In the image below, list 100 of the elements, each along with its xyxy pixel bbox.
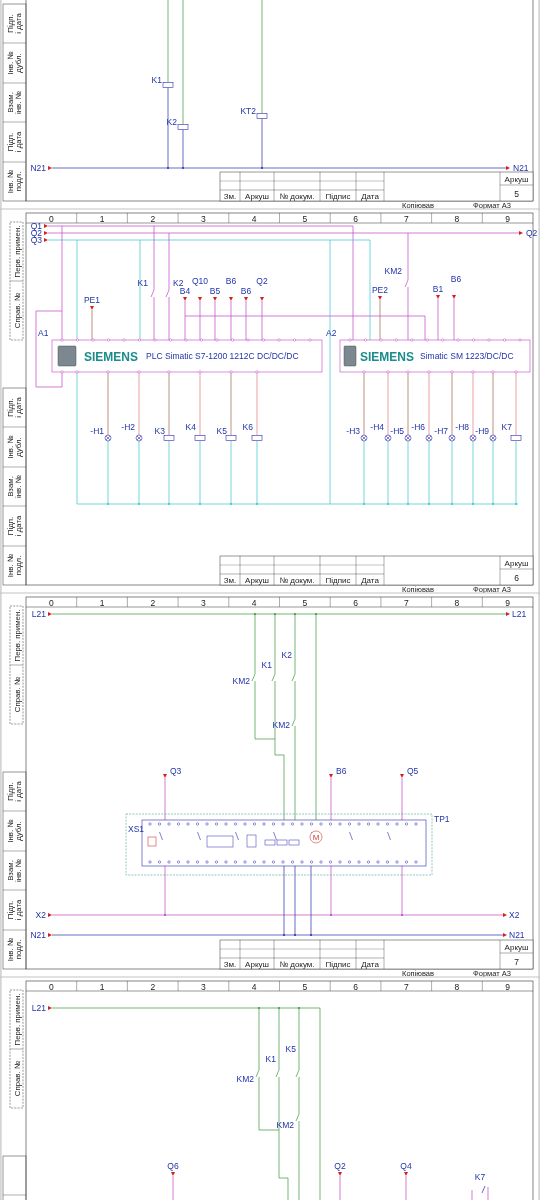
device-label: K5 [216,426,227,436]
lamp-symbol [469,434,477,442]
connection-arrow-icon [48,933,52,937]
wire-label: X2 [35,910,46,920]
coil-symbol [162,82,174,88]
column-number: 7 [403,213,409,224]
device-label: B6 [336,766,347,776]
lamp-symbol [489,434,497,442]
connection-arrow-icon [503,913,507,917]
lamp-symbol [404,434,412,442]
device-label: PE2 [371,285,389,295]
column-number: 6 [353,597,358,608]
wire-line [230,372,232,436]
title-block-header: Підпис [325,959,351,969]
sheet-number: 5 [514,189,519,199]
wire-line [330,777,332,821]
device-label: Q3 [170,766,182,776]
contact-symbol [291,718,296,727]
coil-symbol [194,435,206,441]
device-label: Q10 [191,276,209,286]
contact-symbol [275,1069,280,1078]
device-label: K2 [281,650,292,660]
contact-symbol [255,1069,260,1078]
column-number: 9 [505,981,510,992]
wire-line [451,372,453,436]
lamp-symbol [104,434,112,442]
lamp-symbol [360,434,368,442]
connection-arrow-icon [48,612,52,616]
column-number: 8 [454,597,460,608]
device-label: B4 [179,286,191,296]
wire-line [153,296,155,341]
coil-symbol [163,435,175,441]
title-block-header: Зм. [223,191,237,201]
wire-line [363,372,365,436]
margin-table [2,1155,27,1200]
column-number: 2 [150,981,156,992]
device-label: B1 [432,284,444,294]
title-block-header: Зм. [223,959,237,969]
device-label: K1 [137,278,148,288]
column-number: 1 [99,597,105,608]
brand-logo: SIEMENS [360,350,414,364]
connection-arrow-icon [506,166,510,170]
device-label: K2 [166,117,177,127]
contact-symbol [271,673,276,682]
lamp-symbol [135,434,143,442]
motor-symbol-label: M [312,833,320,842]
device-label: KM2 [384,266,402,276]
coil-symbol [251,435,263,441]
title-block-header: Підпис [325,191,351,201]
device-label: Q5 [407,766,419,776]
device-label: Q2 [334,1161,346,1171]
connection-arrow-icon [506,612,510,616]
device-label: B6 [450,274,462,284]
device-label: K1 [265,1054,276,1064]
wire-label: X2 [509,910,520,920]
column-number: 1 [99,981,105,992]
device-label: -H7 [434,426,448,436]
wire-label: L21 [31,1003,46,1013]
device-label: B5 [209,286,221,296]
column-number: 2 [150,213,156,224]
title-block-header: № докум. [279,575,315,585]
module-tag: A2 [326,328,337,338]
connection-arrow-icon [404,1172,408,1176]
title-block-header: № докум. [279,959,315,969]
wire-line [515,372,517,436]
column-number: 3 [201,981,206,992]
column-number: 0 [49,213,54,224]
device-label: K1 [151,75,162,85]
title-block-header: Аркуш [245,575,269,585]
wire-label: L21 [31,609,46,619]
connection-arrow-icon [452,295,456,299]
wire-line [453,298,455,341]
wire-line [256,372,258,436]
title-block-header: Аркуш [245,959,269,969]
column-number: 4 [251,597,257,608]
column-number: 6 [353,213,358,224]
column-number: 3 [201,213,206,224]
device-label: Q2 [256,276,268,286]
column-number: 9 [505,213,510,224]
wire-line [91,309,93,341]
wire-line [168,372,170,436]
contact-symbol [295,1113,300,1122]
column-number: 6 [353,981,358,992]
module-tag: A1 [38,328,49,338]
column-number: 8 [454,981,460,992]
wire-line [199,372,201,436]
wire-line [164,777,166,821]
device-label: PE1 [83,295,101,305]
device-label: B6 [225,276,237,286]
title-block-header: Зм. [223,575,237,585]
sheet-label: Аркуш [504,559,529,568]
contact-symbol [150,289,155,298]
title-block-header: Дата [361,191,379,201]
column-number: 2 [150,597,156,608]
contact-symbol [295,1069,300,1078]
wire-line [107,372,109,436]
column-number: 8 [454,213,460,224]
connection-arrow-icon [378,296,382,300]
connection-arrow-icon [171,1172,175,1176]
contact-symbol [251,673,256,682]
